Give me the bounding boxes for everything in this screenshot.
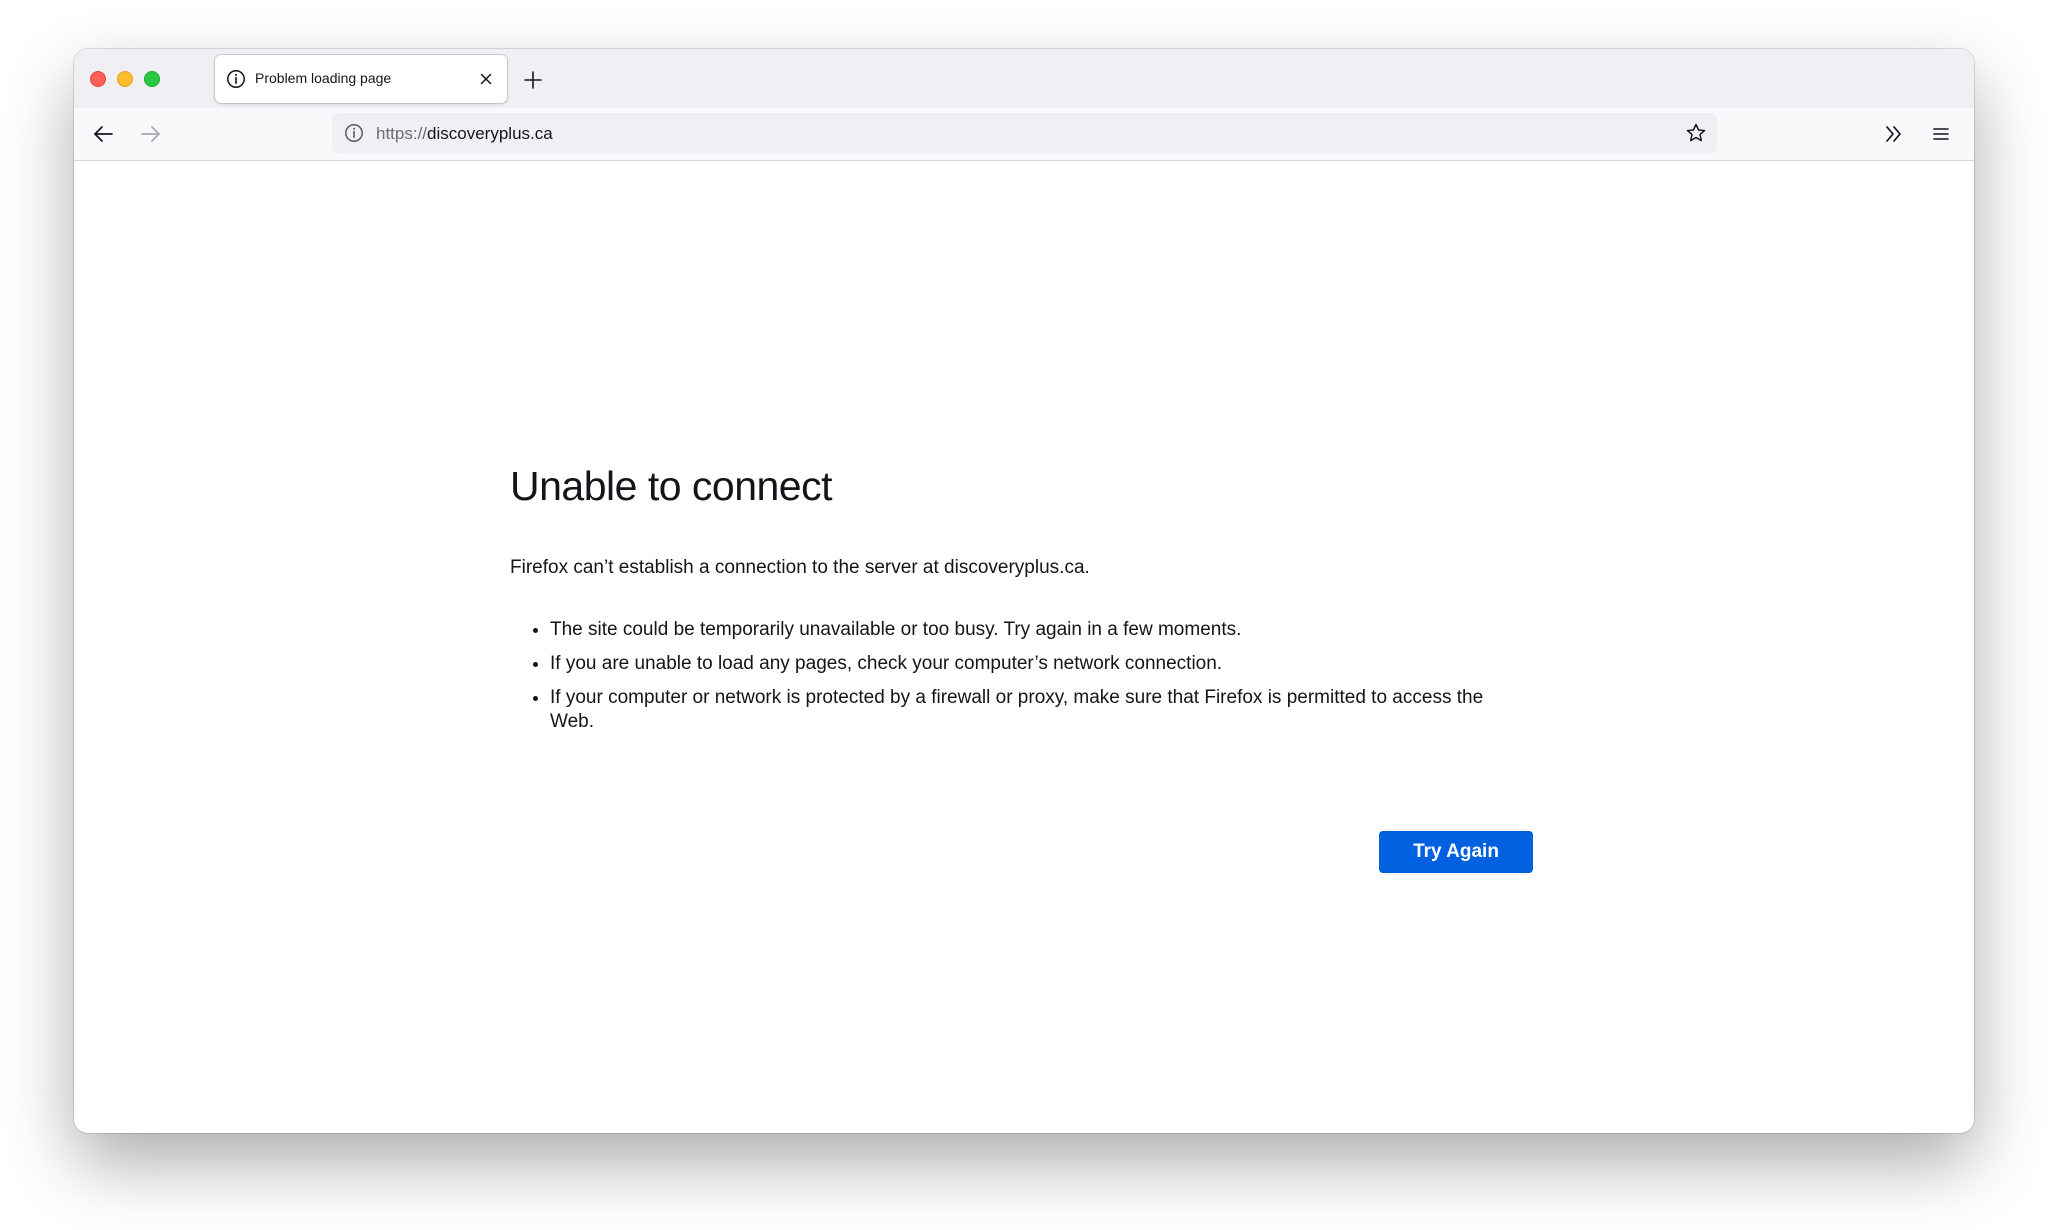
list-item: The site could be temporarily unavailabl… — [550, 618, 1530, 642]
info-icon — [226, 69, 246, 89]
window-minimize-button[interactable] — [117, 71, 133, 87]
new-tab-plus-icon[interactable] — [522, 69, 544, 91]
back-arrow-icon[interactable] — [91, 122, 115, 146]
page-content: Unable to connect Firefox can’t establis… — [74, 161, 1974, 1133]
tab-title: Problem loading page — [255, 70, 391, 86]
browser-window: Problem loading page — [74, 49, 1974, 1133]
url-text[interactable]: https://discoveryplus.ca — [376, 124, 553, 144]
navigation-toolbar: https://discoveryplus.ca — [74, 108, 1974, 161]
list-item: If you are unable to load any pages, che… — [550, 652, 1530, 676]
chevron-double-right-icon[interactable] — [1882, 122, 1906, 146]
error-container: Unable to connect Firefox can’t establis… — [510, 462, 1530, 744]
error-description: Firefox can’t establish a connection to … — [510, 556, 1530, 580]
error-suggestions-list: The site could be temporarily unavailabl… — [510, 618, 1530, 734]
close-tab-icon[interactable] — [477, 70, 495, 88]
url-scheme: https:// — [376, 124, 427, 143]
window-maximize-button[interactable] — [144, 71, 160, 87]
url-bar[interactable]: https://discoveryplus.ca — [332, 113, 1717, 153]
try-again-button[interactable]: Try Again — [1379, 831, 1533, 873]
list-item: If your computer or network is protected… — [550, 686, 1530, 734]
forward-arrow-icon[interactable] — [139, 122, 163, 146]
tab-bar: Problem loading page — [74, 49, 1974, 108]
tab-problem-loading-page[interactable]: Problem loading page — [215, 55, 507, 103]
window-close-button[interactable] — [90, 71, 106, 87]
bookmark-star-icon[interactable] — [1685, 122, 1707, 144]
error-title: Unable to connect — [510, 462, 1530, 510]
hamburger-menu-icon[interactable] — [1929, 122, 1953, 146]
site-info-icon[interactable] — [344, 123, 364, 143]
url-host: discoveryplus.ca — [427, 124, 553, 143]
